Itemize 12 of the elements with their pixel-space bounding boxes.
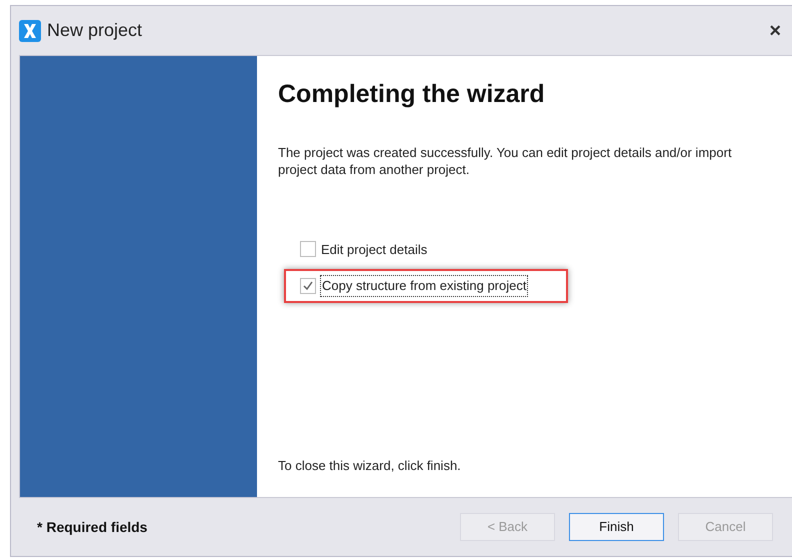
close-button[interactable]: × bbox=[769, 20, 781, 40]
closing-note: To close this wizard, click finish. bbox=[278, 456, 462, 474]
checkbox[interactable] bbox=[300, 241, 316, 258]
dialog-button[interactable]: Finish bbox=[569, 513, 664, 541]
app-logo-icon bbox=[19, 20, 41, 42]
checkbox[interactable] bbox=[300, 278, 316, 294]
required-fields-note: * Required fields bbox=[37, 518, 148, 537]
window-title: New project bbox=[47, 19, 142, 42]
wizard-heading: Completing the wizard bbox=[278, 79, 546, 110]
checkmark-icon bbox=[302, 280, 314, 292]
description-text: The project was created successfully. You can edit project details and/or import project data from another project. bbox=[278, 144, 733, 178]
checkbox-option[interactable]: Edit project details bbox=[300, 240, 580, 259]
